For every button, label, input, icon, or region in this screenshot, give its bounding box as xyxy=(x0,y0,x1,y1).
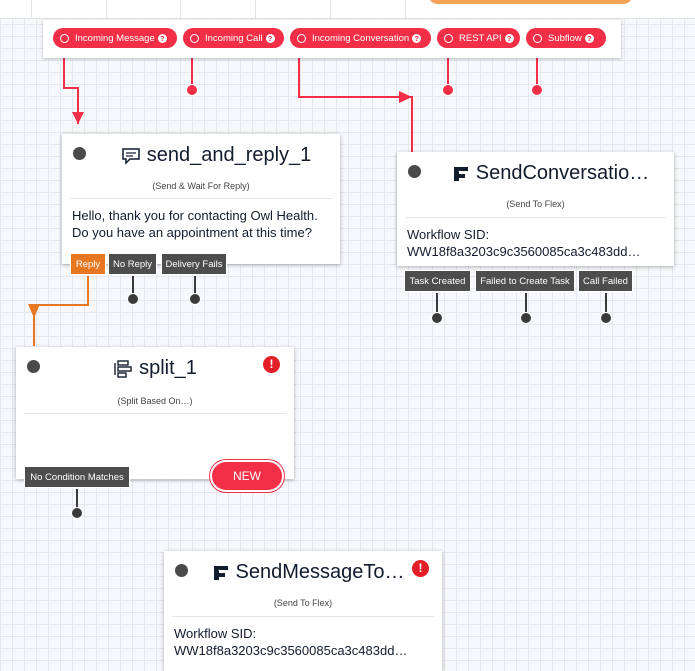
trigger-output-incoming-message[interactable]: Incoming Message ? xyxy=(53,28,177,48)
output-ring-icon xyxy=(297,33,306,43)
transition-call-failed[interactable]: Call Failed xyxy=(578,270,633,292)
output-socket[interactable] xyxy=(531,84,543,96)
output-socket[interactable] xyxy=(431,312,443,324)
output-socket[interactable] xyxy=(520,312,532,324)
widget-type: (Split Based On…) xyxy=(117,396,193,406)
widget-title: SendConversatio… xyxy=(475,162,650,184)
widget-header: send_and_reply_1 xyxy=(92,144,340,167)
widget-header: split_1 xyxy=(16,357,294,380)
chat-bubble-icon xyxy=(121,147,140,165)
output-ring-icon xyxy=(444,33,453,43)
trigger-output-label: Incoming Call xyxy=(205,32,263,44)
flex-logo-icon xyxy=(453,166,468,181)
widget-header: SendConversatio… xyxy=(427,162,674,185)
trigger-output-label: Incoming Conversation xyxy=(312,32,410,44)
widget-type: (Send & Wait For Reply) xyxy=(152,181,250,191)
trigger-output-label: Incoming Message xyxy=(75,32,155,44)
widget-header: SendMessageTo… xyxy=(174,561,442,584)
help-icon[interactable]: ? xyxy=(412,33,422,43)
split-icon xyxy=(114,359,132,378)
warning-icon[interactable]: ! xyxy=(263,356,280,373)
divider xyxy=(405,217,666,218)
transition-failed-to-create-task[interactable]: Failed to Create Task xyxy=(475,270,575,292)
trigger-output-label: REST API xyxy=(459,32,502,44)
warning-icon[interactable]: ! xyxy=(412,560,429,577)
transition-delivery-fails[interactable]: Delivery Fails xyxy=(161,253,227,275)
trigger-output-rest-api[interactable]: REST API ? xyxy=(437,28,520,48)
widget-type: (Send To Flex) xyxy=(273,598,333,608)
trigger-output-subflow[interactable]: Subflow ? xyxy=(526,28,606,48)
widget-title: SendMessageTo… xyxy=(235,561,405,583)
output-ring-icon xyxy=(533,33,542,43)
arrowhead xyxy=(399,91,412,103)
input-socket[interactable] xyxy=(72,146,87,161)
widget-send-conversation[interactable]: SendConversatio… (Send To Flex) Workflow… xyxy=(397,152,674,266)
divider xyxy=(24,413,286,414)
trigger-output-incoming-call[interactable]: Incoming Call ? xyxy=(183,28,284,48)
arrowhead xyxy=(28,304,40,318)
widget-send-message-to-flex[interactable]: SendMessageTo… ! (Send To Flex) Workflow… xyxy=(164,551,442,671)
input-socket[interactable] xyxy=(407,164,422,179)
widget-body: Hello, thank you for contacting Owl Heal… xyxy=(72,208,318,240)
widget-body: Workflow SID: WW18f8a3203c9c3560085ca3c4… xyxy=(407,226,666,260)
output-ring-icon xyxy=(60,33,69,43)
new-transition-button[interactable]: NEW xyxy=(212,462,282,490)
help-icon[interactable]: ? xyxy=(157,33,167,43)
divider xyxy=(172,616,434,617)
field-label: Workflow SID: xyxy=(174,626,257,641)
output-socket[interactable] xyxy=(189,293,201,305)
output-socket[interactable] xyxy=(127,293,139,305)
transition-no-reply[interactable]: No Reply xyxy=(108,253,157,275)
trigger-output-label: Subflow xyxy=(548,32,582,44)
widget-body: Workflow SID: WW18f8a3203c9c3560085ca3c4… xyxy=(174,625,434,659)
field-value: WW18f8a3203c9c3560085ca3c483dd… xyxy=(407,244,641,259)
field-value: WW18f8a3203c9c3560085ca3c483dd… xyxy=(174,643,408,658)
output-socket[interactable] xyxy=(71,507,83,519)
transition-no-condition-matches[interactable]: No Condition Matches xyxy=(24,466,130,488)
widget-type: (Send To Flex) xyxy=(506,199,565,209)
output-socket[interactable] xyxy=(442,84,454,96)
divider xyxy=(70,198,332,199)
help-icon[interactable]: ? xyxy=(584,33,594,43)
trigger-output-incoming-conversation[interactable]: Incoming Conversation ? xyxy=(290,28,431,48)
widget-title: send_and_reply_1 xyxy=(146,144,312,166)
output-socket[interactable] xyxy=(186,84,198,96)
widget-send-and-reply[interactable]: send_and_reply_1 (Send & Wait For Reply)… xyxy=(62,134,340,264)
transition-task-created[interactable]: Task Created xyxy=(404,270,471,292)
flex-logo-icon xyxy=(213,565,228,580)
widget-split[interactable]: split_1 ! (Split Based On…) xyxy=(16,347,294,479)
widget-title: split_1 xyxy=(139,357,197,379)
arrowhead xyxy=(72,112,84,124)
field-label: Workflow SID: xyxy=(407,227,490,242)
help-icon[interactable]: ? xyxy=(504,33,514,43)
output-ring-icon xyxy=(190,33,199,43)
connector-reply xyxy=(33,276,89,346)
output-socket[interactable] xyxy=(600,312,612,324)
help-icon[interactable]: ? xyxy=(265,33,275,43)
transition-reply[interactable]: Reply xyxy=(70,253,106,275)
